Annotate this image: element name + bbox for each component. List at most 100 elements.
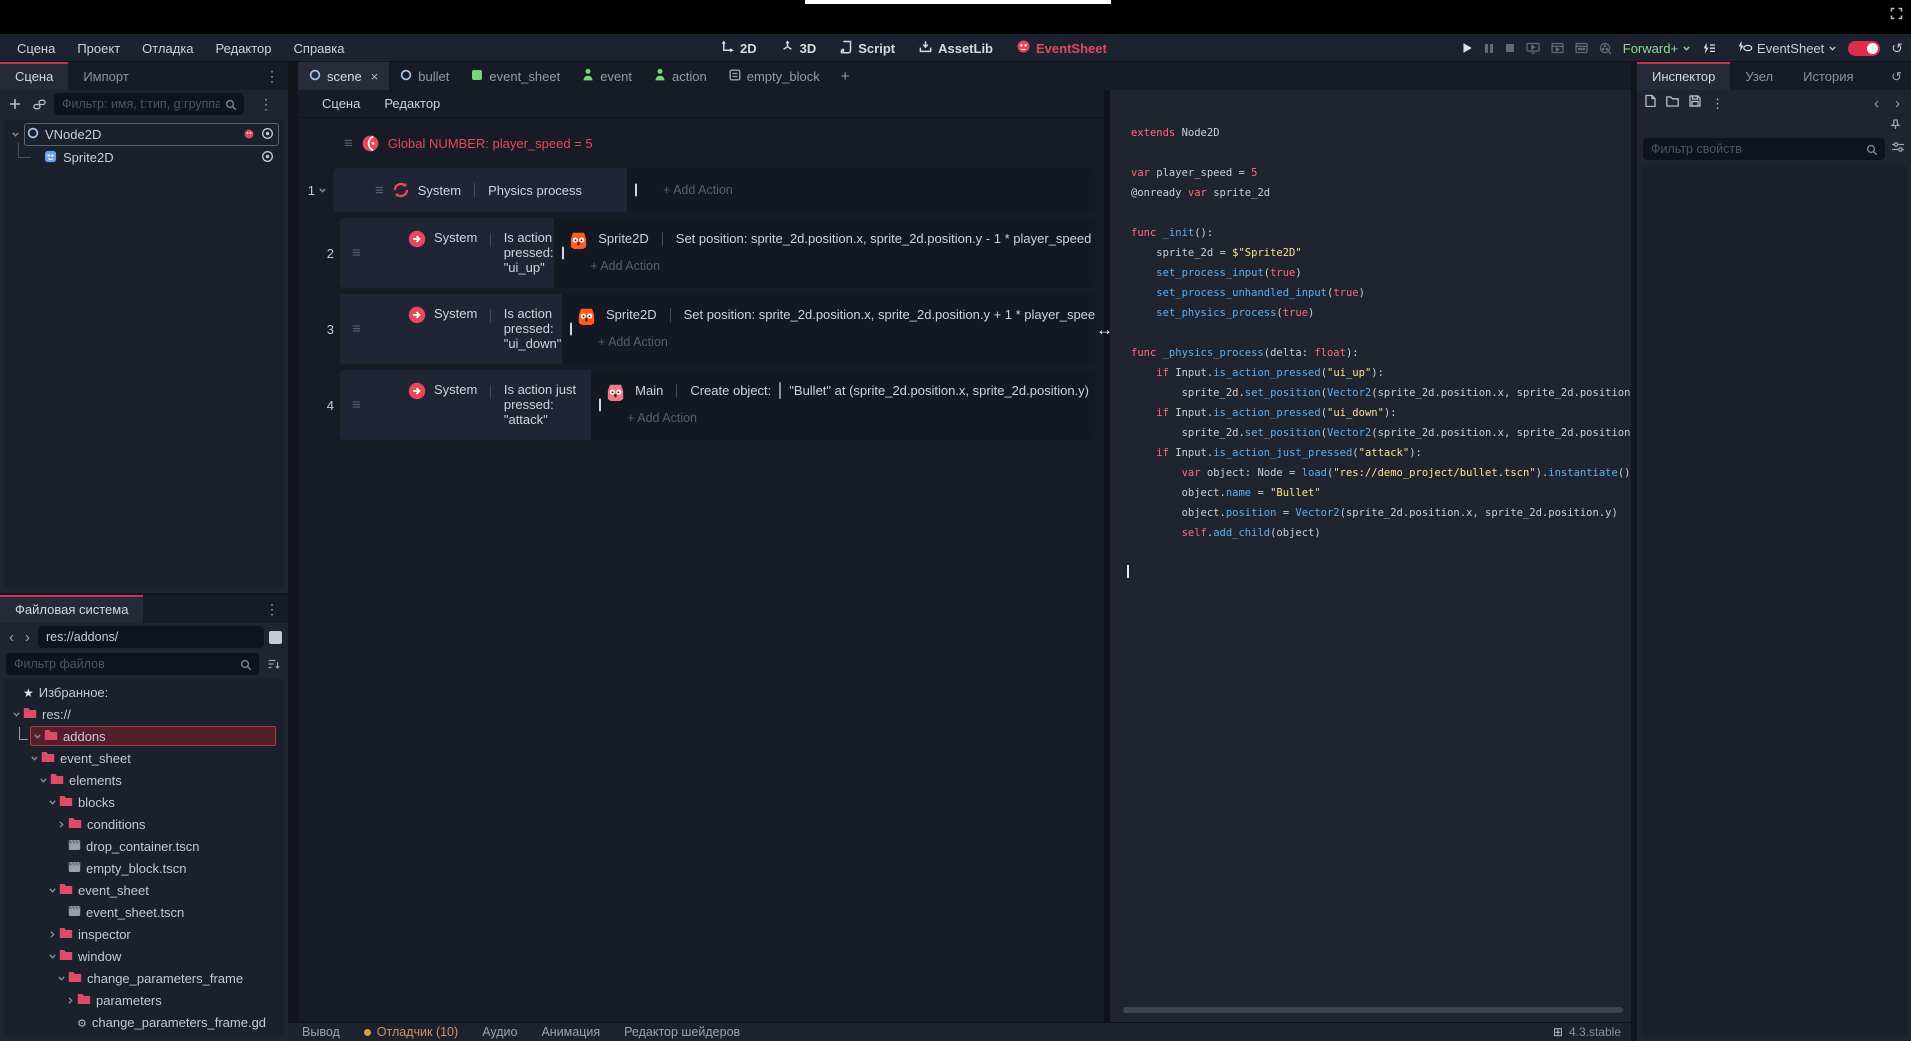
action-entry[interactable]: MainCreate object:"Bullet" at (sprite_2d… <box>591 370 1095 404</box>
chevron-down-icon[interactable] <box>10 710 23 719</box>
visibility-eye-icon[interactable] <box>261 127 274 143</box>
menu-Сцена[interactable]: Сцена <box>6 41 66 56</box>
history-forward-icon[interactable]: › <box>1892 95 1903 112</box>
play-icon[interactable] <box>1462 42 1473 54</box>
workspace-tab-assetlib[interactable]: AssetLib <box>910 34 1002 62</box>
renderer-dropdown[interactable]: Forward+ <box>1623 41 1691 56</box>
plugin-dropdown[interactable]: EventSheet <box>1737 40 1837 56</box>
bottom-tab-Аудио[interactable]: Аудио <box>482 1025 517 1039</box>
file-tree-item-parameters[interactable]: parameters <box>4 989 284 1011</box>
chevron-down-icon[interactable] <box>31 732 44 741</box>
scene-tab-bullet[interactable]: bullet <box>389 62 460 90</box>
add-action-button[interactable]: + Add Action <box>663 183 733 197</box>
path-input[interactable] <box>38 626 264 648</box>
file-tree-item-[interactable]: ★Избранное: <box>4 681 284 703</box>
movie-settings-icon[interactable] <box>1575 42 1588 54</box>
action-cell[interactable]: MainCreate object:"Bullet" at (sprite_2d… <box>591 370 1095 440</box>
pause-icon[interactable] <box>1484 43 1494 54</box>
scene-tab-action[interactable]: action <box>643 62 718 90</box>
resource-menu-icon[interactable]: ⋮ <box>1711 97 1724 110</box>
menu-Справка[interactable]: Справка <box>283 41 356 56</box>
visibility-eye-icon[interactable] <box>261 150 274 166</box>
add-action-button[interactable]: + Add Action <box>590 259 660 273</box>
nav-back-icon[interactable]: ‹ <box>6 629 17 646</box>
action-entry[interactable]: Sprite2DSet position: sprite_2d.position… <box>554 218 1095 252</box>
event-number[interactable]: 4 <box>298 370 340 440</box>
file-tree-item-drop_container.tscn[interactable]: drop_container.tscn <box>4 835 284 857</box>
update-spinner-icon[interactable]: ↺ <box>1891 41 1903 55</box>
event-number[interactable]: 2 <box>298 218 340 288</box>
nav-forward-icon[interactable]: › <box>22 629 33 646</box>
event-number[interactable]: 3 <box>298 294 340 364</box>
tab-История[interactable]: История <box>1788 62 1868 90</box>
event-block[interactable]: ≡SystemPhysics process+ Add Action <box>333 168 1095 212</box>
drag-handle-icon[interactable]: ≡ <box>375 182 384 199</box>
chevron-right-icon[interactable] <box>55 820 68 829</box>
new-resource-icon[interactable] <box>1645 94 1656 112</box>
condition-cell[interactable]: ≡SystemIs action just pressed: "attack" <box>340 370 591 440</box>
add-action-button[interactable]: + Add Action <box>627 411 697 425</box>
menu-Проект[interactable]: Проект <box>66 41 131 56</box>
close-icon[interactable]: × <box>371 69 379 84</box>
scene-tabs-menu-icon[interactable]: ⋮ <box>256 68 288 85</box>
action-cell[interactable]: + Add Action <box>627 168 1095 212</box>
drag-handle-icon[interactable]: ≡ <box>344 135 353 152</box>
action-entry[interactable]: Sprite2DSet position: sprite_2d.position… <box>562 294 1095 328</box>
tab-Импорт[interactable]: Импорт <box>68 62 143 90</box>
file-tree-item-change_parameters_frame.gd[interactable]: ⚙change_parameters_frame.gd <box>4 1011 284 1033</box>
condition-cell[interactable]: ≡SystemIs action pressed: "ui_down" <box>340 294 562 364</box>
chevron-down-icon[interactable] <box>4 127 20 142</box>
eventsheet-menu-Редактор[interactable]: Редактор <box>374 96 450 111</box>
tab-filesystem[interactable]: Файловая система <box>0 595 143 623</box>
scene-tab-event[interactable]: event <box>571 62 643 90</box>
bottom-tab-Вывод[interactable]: Вывод <box>302 1025 340 1039</box>
remote-debug-icon[interactable] <box>1526 42 1540 54</box>
file-tree-item-empty_block.tscn[interactable]: empty_block.tscn <box>4 857 284 879</box>
chevron-down-icon[interactable] <box>55 974 68 983</box>
tree-node-VNode2D[interactable]: VNode2D <box>4 123 284 146</box>
chevron-down-icon[interactable] <box>46 798 59 807</box>
chevron-right-icon[interactable] <box>64 996 77 1005</box>
bottom-tab-Отладчик (10)[interactable]: Отладчик (10) <box>364 1025 458 1039</box>
scene-dock-menu-icon[interactable]: ⋮ <box>250 96 282 113</box>
condition-cell[interactable]: ≡SystemIs action pressed: "ui_up" <box>340 218 554 288</box>
tab-Инспектор[interactable]: Инспектор <box>1637 62 1730 90</box>
sort-files-icon[interactable] <box>264 658 282 670</box>
chevron-down-icon[interactable] <box>37 776 50 785</box>
tab-Сцена[interactable]: Сцена <box>0 62 68 90</box>
stop-icon[interactable] <box>1505 43 1515 53</box>
gdscript-code[interactable]: extends Node2D var player_speed = 5@onre… <box>1110 90 1631 1022</box>
scene-tab-scene[interactable]: scene× <box>298 62 389 90</box>
scene-tab-empty_block[interactable]: empty_block <box>718 62 831 90</box>
workspace-tab-script[interactable]: Script <box>831 34 904 62</box>
event-block[interactable]: ≡SystemIs action pressed: "ui_up"Sprite2… <box>340 218 1095 288</box>
plugin-enabled-toggle[interactable] <box>1848 41 1880 56</box>
action-cell[interactable]: Sprite2DSet position: sprite_2d.position… <box>562 294 1095 364</box>
profiler-icon[interactable] <box>1702 42 1716 55</box>
file-tree-item-window[interactable]: window <box>4 945 284 967</box>
history-back-icon[interactable]: ‹ <box>1871 95 1882 112</box>
file-tree-item-event_sheet[interactable]: event_sheet <box>4 879 284 901</box>
horizontal-scrollbar[interactable] <box>1123 1007 1623 1013</box>
new-tab-button[interactable]: + <box>831 62 860 90</box>
menu-Отладка[interactable]: Отладка <box>131 41 204 56</box>
path-field[interactable] <box>38 626 264 648</box>
chevron-down-icon[interactable] <box>46 886 59 895</box>
distraction-free-icon[interactable] <box>1890 7 1903 25</box>
tab-Узел[interactable]: Узел <box>1730 62 1788 90</box>
history-icon[interactable]: ↺ <box>1882 70 1911 83</box>
add-action-button[interactable]: + Add Action <box>598 335 668 349</box>
file-tree-item-inspector[interactable]: inspector <box>4 923 284 945</box>
workspace-tab-2d[interactable]: 2D <box>712 34 766 62</box>
toggle-split-mode-icon[interactable] <box>269 631 282 644</box>
workspace-tab-eventsheet[interactable]: EventSheet <box>1008 34 1116 62</box>
drag-handle-icon[interactable]: ≡ <box>352 245 361 262</box>
action-cell[interactable]: Sprite2DSet position: sprite_2d.position… <box>554 218 1095 288</box>
scene-filter-input[interactable] <box>54 93 244 115</box>
file-tree-item-elements[interactable]: elements <box>4 769 284 791</box>
global-variable-header[interactable]: ≡Global NUMBER: player_speed = 5 <box>344 130 1104 156</box>
property-tools-icon[interactable] <box>1891 140 1905 158</box>
workspace-tab-3d[interactable]: 3D <box>772 34 826 62</box>
menu-Редактор[interactable]: Редактор <box>205 41 283 56</box>
chevron-down-icon[interactable] <box>46 952 59 961</box>
